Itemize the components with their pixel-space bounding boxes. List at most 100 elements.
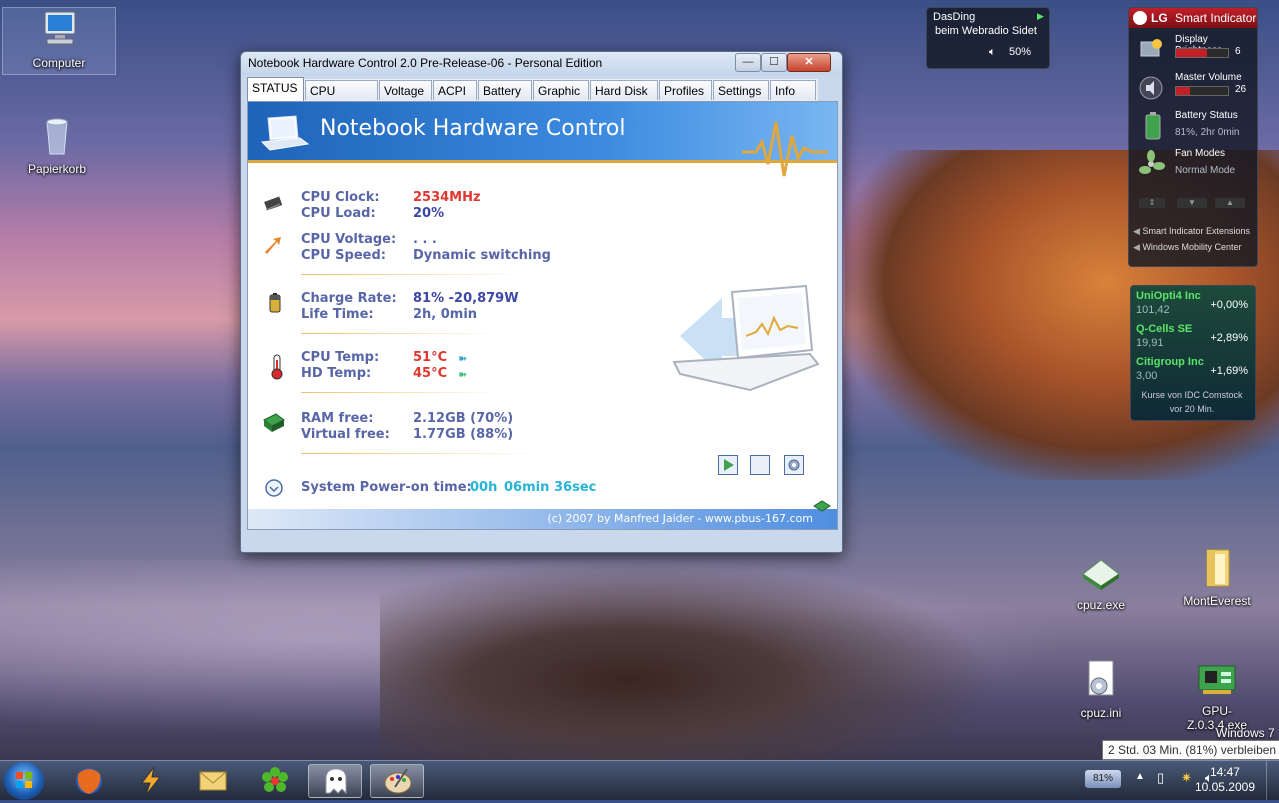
brightness-value: 6 (1235, 46, 1241, 57)
wallpaper-rocks (380, 560, 1000, 760)
system-tray: 81% ▲ ▯ ✷ 🔈︎ 14:47 10.05.2009 (1039, 761, 1279, 800)
settings-gear-button[interactable] (784, 455, 804, 475)
cpu-speed-value: Dynamic switching (413, 248, 551, 263)
power-on-label: System Power-on time: (301, 480, 472, 495)
winamp-taskbar-button[interactable] (124, 764, 178, 798)
banner: Notebook Hardware Control (248, 102, 837, 177)
fan-icon (1137, 150, 1165, 178)
footer-chip-icon (813, 500, 831, 515)
cpu-clock-label: CPU Clock: (301, 190, 380, 205)
cpu-voltage-label: CPU Voltage: (301, 232, 397, 247)
life-time-value: 2h, 0min (413, 307, 478, 322)
stock-change: +2,89% (1210, 332, 1248, 344)
lightning-icon (141, 766, 162, 796)
play-icon[interactable]: ▶ (1037, 11, 1044, 22)
window-titlebar[interactable]: Notebook Hardware Control 2.0 Pre-Releas… (241, 52, 842, 75)
lg-header: LG Smart Indicator (1129, 8, 1257, 28)
tab-profiles[interactable]: Profiles (659, 80, 712, 100)
firefox-taskbar-button[interactable] (62, 764, 116, 798)
hd-temp-chart-icon[interactable]: ➽ (458, 368, 467, 381)
separator (301, 333, 501, 334)
stock-item[interactable]: UniOpti4 Inc 101,42 +0,00% (1130, 290, 1254, 322)
show-desktop-button[interactable] (1266, 761, 1279, 800)
hd-temp-label: HD Temp: (301, 366, 372, 381)
scroll-up-button[interactable]: ▲ (1215, 198, 1245, 208)
mail-taskbar-button[interactable] (186, 764, 240, 798)
fan-modes-label: Fan Modes (1175, 148, 1226, 159)
tab-cpu-speed[interactable]: CPU Speed (305, 80, 378, 118)
radio-gadget[interactable]: DasDing beim Webradio Sidet ▶ 🔈︎ 50% (926, 7, 1050, 69)
close-button[interactable]: ✕ (787, 53, 831, 72)
lg-logo-icon (1133, 11, 1147, 25)
tab-hard-disk[interactable]: Hard Disk (590, 80, 658, 100)
speaker-icon[interactable]: 🔈︎ (989, 46, 996, 59)
chip-icon (262, 192, 284, 214)
slider-fill (1176, 49, 1208, 57)
link-arrow-icon: ◀ (1133, 242, 1140, 252)
smart-indicator-extensions-link[interactable]: ◀ Smart Indicator Extensions (1133, 226, 1250, 237)
battery-icon (264, 292, 286, 314)
ram-free-label: RAM free: (301, 411, 374, 426)
radio-volume-value: 50% (1009, 46, 1032, 58)
stock-item[interactable]: Q-Cells SE 19,91 +2,89% (1130, 323, 1254, 355)
desktop-icon-gpuz[interactable]: GPU-Z.0.3.4.exe (1172, 656, 1262, 732)
cpu-temp-chart-icon[interactable]: ➽ (458, 352, 467, 365)
show-hidden-icons-button[interactable]: ▲ (1135, 771, 1145, 782)
volume-slider[interactable] (1175, 86, 1229, 96)
settings-toggle-button[interactable]: ⇕ (1139, 198, 1165, 208)
fan-modes-value: Normal Mode (1175, 165, 1236, 176)
maximize-button[interactable]: ☐ (761, 53, 787, 72)
desktop-icon-label: Computer (32, 56, 86, 70)
charge-rate-label: Charge Rate: (301, 291, 397, 306)
cpu-speed-label: CPU Speed: (301, 248, 386, 263)
master-volume-row[interactable]: Master Volume 26 (1133, 72, 1251, 106)
stock-change: +1,69% (1210, 365, 1248, 377)
battery-status-value: 81%, 2hr 0min (1175, 127, 1240, 138)
stock-name: UniOpti4 Inc (1136, 290, 1201, 302)
stock-item[interactable]: Citigroup Inc 3,00 +1,69% (1130, 356, 1254, 388)
play-button[interactable] (718, 455, 738, 475)
tab-status[interactable]: STATUS (247, 77, 304, 101)
icq-taskbar-button[interactable] (248, 764, 302, 798)
nhc-taskbar-button[interactable] (370, 764, 424, 798)
link-arrow-icon: ◀ (1133, 226, 1140, 236)
radio-ticker: beim Webradio Sidet (935, 25, 1037, 37)
memory-icon (262, 412, 285, 434)
desktop-icon-cpuz-exe[interactable]: cpuz.exe (1056, 550, 1146, 612)
stock-price: 3,00 (1136, 370, 1158, 382)
tab-battery[interactable]: Battery (478, 80, 532, 100)
clock[interactable]: 14:47 10.05.2009 (1195, 765, 1255, 795)
power-tray-icon[interactable]: ▯ (1157, 770, 1164, 786)
tab-settings[interactable]: Settings (713, 80, 769, 100)
battery-status-row[interactable]: Battery Status 81%, 2hr 0min (1133, 110, 1251, 144)
desktop-icon-computer[interactable]: Computer (2, 7, 116, 75)
tab-acpi[interactable]: ACPI (433, 80, 477, 100)
stock-price: 101,42 (1136, 304, 1170, 316)
ghost-app-taskbar-button[interactable] (308, 764, 362, 798)
battery-percent-badge[interactable]: 81% (1085, 770, 1121, 788)
desktop-icon-cpuz-ini[interactable]: cpuz.ini (1056, 658, 1146, 720)
desktop-icon-label: cpuz.exe (1076, 598, 1126, 612)
desktop-icon-monteverest[interactable]: MontEverest (1172, 546, 1262, 608)
copyright-footer: (c) 2007 by Manfred Jaider - www.pbus-16… (248, 509, 837, 529)
tab-graphic[interactable]: Graphic (533, 80, 589, 100)
stop-button[interactable] (750, 455, 770, 475)
brightness-icon (1137, 36, 1165, 64)
cpu-voltage-value: . . . (413, 232, 437, 247)
power-on-minutes: 06min (504, 480, 550, 495)
network-tray-icon[interactable]: ✷ (1181, 770, 1192, 786)
notebook-logo-icon (260, 114, 310, 155)
display-brightness-row[interactable]: Display Brightness 6 (1133, 34, 1251, 68)
tab-info[interactable]: Info (770, 80, 816, 100)
start-button[interactable] (4, 762, 44, 800)
minimize-button[interactable]: — (735, 53, 761, 72)
mobility-center-link[interactable]: ◀ Windows Mobility Center (1133, 242, 1241, 253)
lg-title: Smart Indicator (1175, 11, 1257, 25)
brightness-slider[interactable] (1175, 48, 1229, 58)
scroll-down-button[interactable]: ▼ (1177, 198, 1207, 208)
tab-bar: STATUS CPU Speed Voltage ACPI Battery Gr… (247, 77, 818, 118)
desktop-icon-recycle-bin[interactable]: Papierkorb (12, 114, 102, 176)
fan-modes-row[interactable]: Fan Modes Normal Mode (1133, 148, 1251, 182)
tab-voltage[interactable]: Voltage (379, 80, 432, 100)
desktop-icon-label: MontEverest (1183, 594, 1251, 608)
